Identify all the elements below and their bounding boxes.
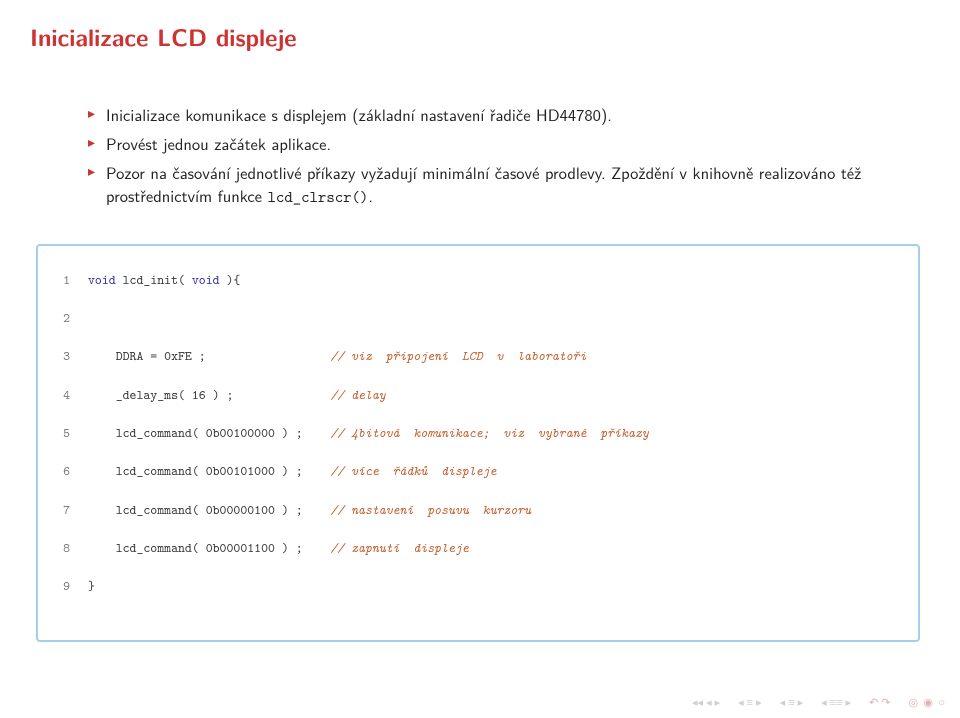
comment: // delay — [330, 387, 385, 404]
code-text: } — [88, 577, 95, 596]
circle-icon: ○ — [938, 694, 946, 710]
comment: // více řádků displeje — [330, 463, 496, 480]
code-line: 5 lcd_command( 0b00100000 ) ; // 4bitová… — [48, 424, 910, 443]
line-number: 8 — [48, 539, 70, 558]
list-item: Pozor na časování jednotlivé příkazy vyž… — [88, 162, 900, 209]
line-number: 7 — [48, 501, 70, 520]
nav-appendix[interactable]: ↶ ↷ — [869, 697, 890, 708]
code-block: 1 void lcd_init( void ){ 2 3 DDRA = 0xFE … — [36, 244, 920, 643]
slide: Inicializace LCD displeje Inicializace k… — [0, 0, 960, 642]
next-section-icon: ▸ — [756, 697, 762, 708]
list-item: Inicializace komunikace s displejem (zák… — [88, 104, 900, 127]
list-item-text: Pozor na časování jednotlivé příkazy vyž… — [106, 161, 861, 208]
code-line: 9} — [48, 577, 910, 596]
next-frame-icon: ▸ — [845, 697, 851, 708]
bullet-list: Inicializace komunikace s displejem (zák… — [88, 104, 900, 210]
next-icon: ▸ — [715, 697, 721, 708]
code-text: lcd_init( — [116, 272, 192, 289]
forward-icon: ↷ — [881, 697, 890, 708]
code-text: lcd_command( 0b00001100 ) ; — [88, 540, 330, 557]
nav-prev-slide[interactable]: ◂◂ ◂ ▸ — [692, 697, 720, 708]
list-item: Provést jednou začátek aplikace. — [88, 133, 900, 156]
code-line: 3 DDRA = 0xFE ; // viz připojení LCD v l… — [48, 347, 910, 366]
inline-code: lcd_clrscr() — [268, 187, 369, 208]
sub-icon: ≡ — [788, 697, 794, 708]
code-text: DDRA = 0xFE ; — [88, 348, 330, 365]
line-number: 2 — [48, 309, 70, 328]
code-text: lcd_command( 0b00000100 ) ; — [88, 502, 330, 519]
prev-section-icon: ◂ — [738, 697, 744, 708]
keyword: void — [88, 272, 116, 289]
nav-section[interactable]: ◂ ≡ ▸ — [738, 697, 761, 708]
frame-icon: ≡≡ — [830, 697, 843, 708]
line-number: 4 — [48, 386, 70, 405]
code-line: 2 — [48, 309, 910, 328]
line-number: 3 — [48, 347, 70, 366]
beamer-nav: ◂◂ ◂ ▸ ◂ ≡ ▸ ◂ ≡ ▸ ◂ ≡≡ ▸ ↶ ↷ ◎ ◉ ○ — [692, 695, 946, 710]
code-line: 4 _delay_ms( 16 ) ; // delay — [48, 386, 910, 405]
circle-icon: ◉ — [923, 694, 934, 710]
nav-circles: ◎ ◉ ○ — [908, 695, 946, 710]
list-item-text-tail: . — [368, 184, 373, 208]
line-number: 6 — [48, 462, 70, 481]
code-line: 8 lcd_command( 0b00001100 ) ; // zapnutí… — [48, 539, 910, 558]
comment: // 4bitová komunikace; viz vybrané příka… — [330, 425, 648, 442]
comment: // nastavení posuvu kurzoru — [330, 502, 531, 519]
line-number: 9 — [48, 577, 70, 596]
line-number: 1 — [48, 271, 70, 290]
prev-icon: ◂ — [706, 697, 712, 708]
comment: // zapnutí displeje — [330, 540, 468, 557]
prev-sub-icon: ◂ — [780, 697, 786, 708]
code-text: lcd_command( 0b00100000 ) ; — [88, 425, 330, 442]
prev-frame-icon: ◂ — [821, 697, 827, 708]
back-icon: ↶ — [869, 697, 878, 708]
circle-icon: ◎ — [908, 694, 919, 710]
page-title: Inicializace LCD displeje — [30, 20, 930, 54]
code-text: ){ — [220, 272, 241, 289]
code-line: 7 lcd_command( 0b00000100 ) ; // nastave… — [48, 501, 910, 520]
section-icon: ≡ — [747, 697, 753, 708]
code-text: _delay_ms( 16 ) ; — [88, 387, 330, 404]
nav-subsection[interactable]: ◂ ≡ ▸ — [780, 697, 803, 708]
nav-frame[interactable]: ◂ ≡≡ ▸ — [821, 697, 851, 708]
code-line: 1 void lcd_init( void ){ — [48, 271, 910, 290]
keyword: void — [192, 272, 220, 289]
slide-content: Inicializace komunikace s displejem (zák… — [30, 104, 930, 642]
code-text: lcd_command( 0b00101000 ) ; — [88, 463, 330, 480]
comment: // viz připojení LCD v laboratoři — [330, 348, 586, 365]
first-icon: ◂◂ — [692, 697, 703, 708]
line-number: 5 — [48, 424, 70, 443]
next-sub-icon: ▸ — [798, 697, 804, 708]
code-line: 6 lcd_command( 0b00101000 ) ; // více řá… — [48, 462, 910, 481]
